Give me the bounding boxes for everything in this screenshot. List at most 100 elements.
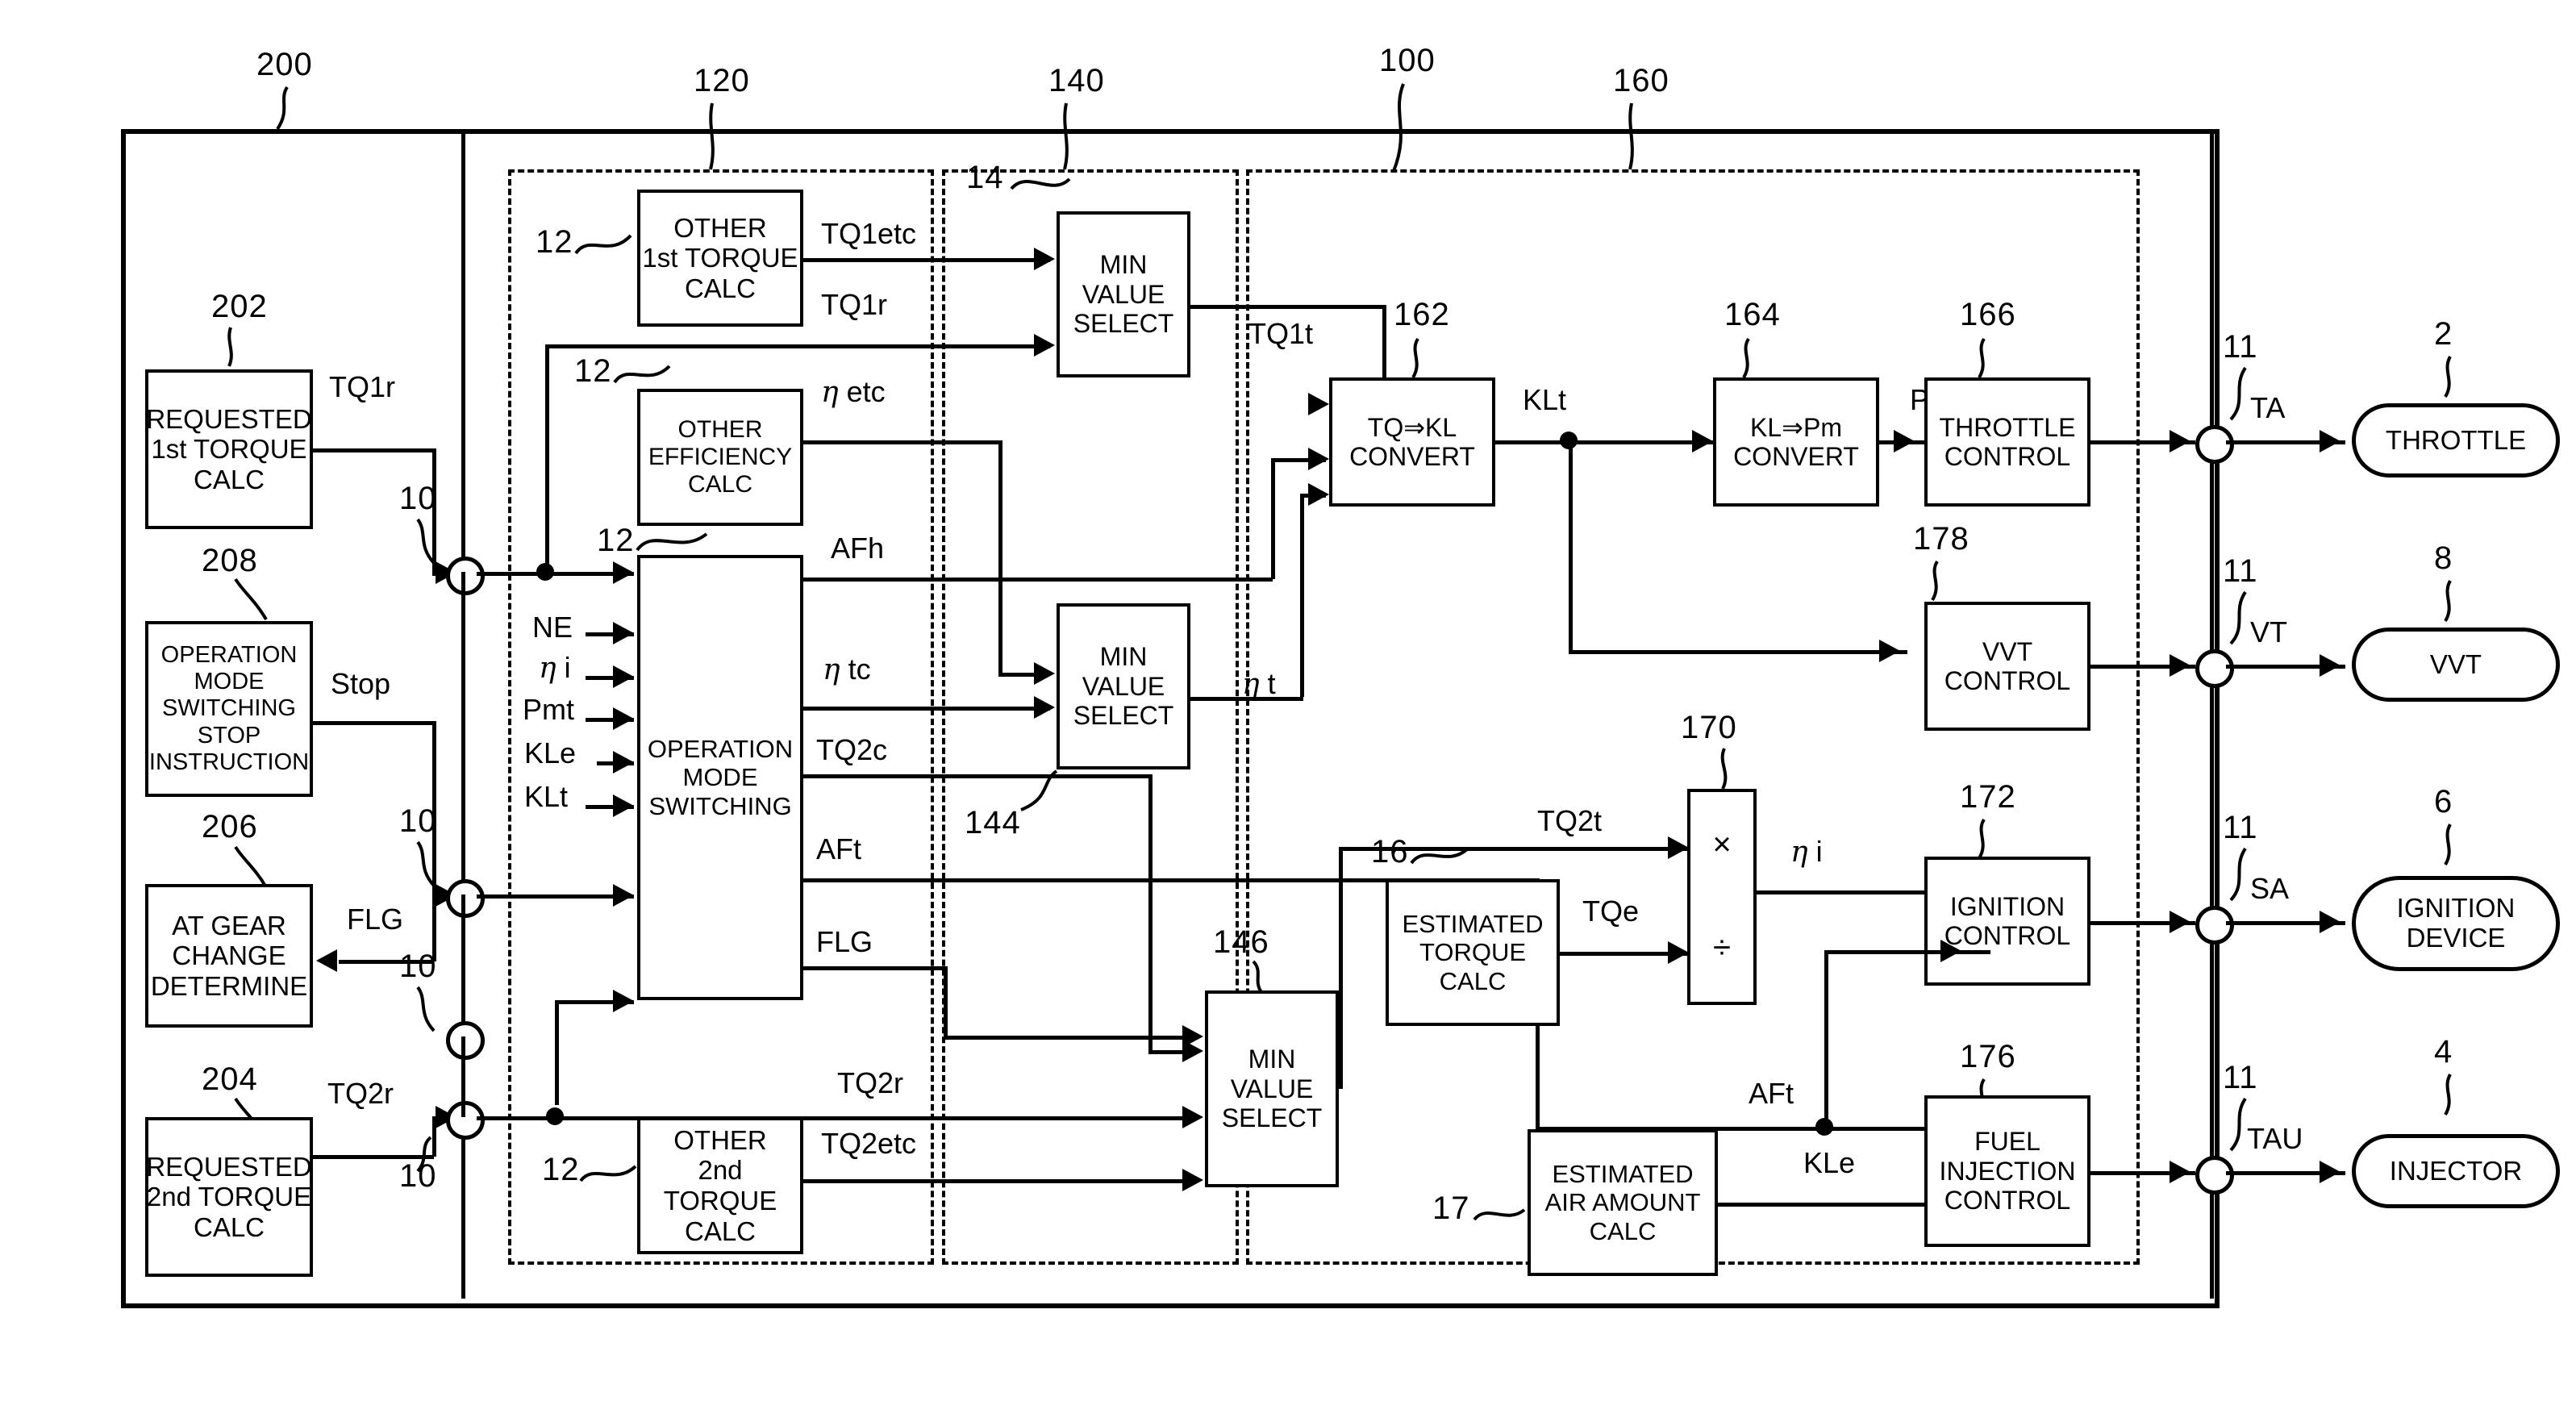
block-at-gear-change-determine[interactable]: AT GEAR CHANGE DETERMINE [145,884,313,1028]
node-11-ignition[interactable] [2195,906,2234,945]
arrow-tq1t-to-tqkl [1308,393,1329,415]
blk-line: CONVERT [1733,442,1859,471]
arrow-kle-in [613,751,634,774]
arrow-tq2r-to-min146 [1182,1106,1203,1128]
node-10-a[interactable] [446,557,485,595]
block-requested-1st-torque-calc[interactable]: REQUESTED 1st TORQUE CALC [145,369,313,529]
wire-flg-out-h [803,966,947,970]
ref-2: 2 [2434,316,2453,352]
label-eta-etc: η etc [821,375,886,409]
blk-line: CONTROL [1944,666,2071,695]
label-tq1r-mid: TQ1r [821,288,888,321]
block-other-1st-torque-calc[interactable]: OTHER 1st TORQUE CALC [637,190,803,327]
actuator-label: INJECTOR [2389,1155,2523,1186]
arrow-afh-to-tqkl [1308,448,1329,470]
label-tq1t: TQ1t [1248,317,1314,350]
label-pmt-in: Pmt [523,693,575,726]
block-min-value-select-146[interactable]: MIN VALUE SELECT [1205,990,1339,1187]
ref-11-c: 11 [2223,810,2258,845]
arrow-tq2t-to-mul [1668,836,1689,859]
arrow-oms-in-c [613,990,634,1012]
block-estimated-torque-calc[interactable]: ESTIMATED TORQUE CALC [1386,879,1560,1026]
block-operation-mode-switching[interactable]: OPERATION MODE SWITCHING [637,555,803,1000]
ref-100-leader [1389,83,1418,173]
blk-line: CONTROL [1944,921,2071,950]
blk-line: 2nd TORQUE [663,1155,777,1216]
block-multiply-divide[interactable]: × ÷ [1687,789,1757,1005]
block-kl-pm-convert[interactable]: KL⇒Pm CONVERT [1713,377,1879,507]
ref-10-a: 10 [399,481,437,516]
blk-line: 1st TORQUE [151,434,307,465]
block-tq-kl-convert[interactable]: TQ⇒KL CONVERT [1329,377,1495,507]
wire-tq2r-mid [477,1116,1194,1120]
label-flg-out: FLG [816,925,873,958]
label-eta-i-out: η i [1790,835,1823,869]
node-10-b[interactable] [446,879,485,918]
blk-line: CALC [193,464,265,494]
actuator-throttle[interactable]: THROTTLE [2352,403,2560,477]
blk-line: OTHER [677,415,763,443]
block-requested-2nd-torque-calc[interactable]: REQUESTED 2nd TORQUE CALC [145,1117,313,1277]
ref-144-leader [1015,769,1060,811]
block-min-value-select-144[interactable]: MIN VALUE SELECT [1057,603,1190,769]
rail-node10-v2 [461,894,465,1022]
wire-tq2c-h [803,774,1152,778]
actuator-ignition-device[interactable]: IGNITION DEVICE [2352,876,2560,971]
ref-10-d-leader [413,1136,445,1173]
block-ignition-control[interactable]: IGNITION CONTROL [1924,857,2090,986]
block-throttle-control[interactable]: THROTTLE CONTROL [1924,377,2090,507]
ref-12-d: 12 [542,1152,580,1187]
actuator-vvt[interactable]: VVT [2352,628,2560,702]
ref-10-a-leader [413,518,445,565]
wire-aft-to-ignition-v [1824,950,1828,1127]
ref-12-b: 12 [574,353,612,389]
ref-16-leader [1410,840,1469,869]
blk-line: IGNITION [1949,891,2065,921]
block-other-efficiency-calc[interactable]: OTHER EFFICIENCY CALC [637,389,803,526]
ref-8-leader [2439,580,2466,623]
blk-line: CALC [1589,1216,1657,1245]
ref-146-leader [1248,960,1278,994]
wire-tq2c-v [1148,774,1153,1050]
ref-200-leader [266,85,298,132]
actuator-injector[interactable]: INJECTOR [2352,1134,2560,1208]
arrow-oms-in-a [613,561,634,584]
node-10-c[interactable] [446,1021,485,1060]
wire-tq2t-v [1339,847,1343,1089]
arrow-tqe-to-div [1668,941,1689,964]
actuator-label: VVT [2429,648,2482,679]
blk-line: VVT [1982,636,2033,666]
wire-eta-tc [803,707,1050,711]
block-estimated-air-amount-calc[interactable]: ESTIMATED AIR AMOUNT CALC [1528,1129,1718,1276]
arrow-throttle-out [2170,430,2190,452]
wire-eta-etc-h [803,440,1002,444]
block-vvt-control[interactable]: VVT CONTROL [1924,602,2090,731]
blk-line: TORQUE [1419,938,1527,967]
node-11-vvt[interactable] [2195,649,2234,688]
label-eta-i-in: η i [539,651,571,685]
node-11-throttle[interactable] [2195,425,2234,464]
block-other-2nd-torque-calc[interactable]: OTHER 2nd TORQUE CALC [637,1117,803,1254]
wire-klt-down-v [1569,440,1573,650]
blk-line: SELECT [1221,1103,1323,1133]
block-op-mode-switching-stop-instruction[interactable]: OPERATION MODE SWITCHING STOP INSTRUCTIO… [145,621,313,797]
blk-line: CALC [193,1211,265,1242]
junction-dot-tq1r [536,563,554,581]
ref-11-d: 11 [2223,1060,2258,1095]
wire-flg-out-v [944,966,948,1036]
label-tq1r-left: TQ1r [329,370,396,403]
label-tau: TAU [2247,1122,2303,1155]
block-fuel-injection-control[interactable]: FUEL INJECTION CONTROL [1924,1095,2090,1247]
node-10-d[interactable] [446,1101,485,1140]
ref-4: 4 [2434,1034,2453,1070]
arrow-klt-in [613,794,634,817]
ref-202-leader [223,327,247,368]
blk-line: 1st TORQUE [642,243,798,273]
blk-line: EFFICIENCY [648,443,793,470]
ref-160: 160 [1613,63,1669,98]
ref-208: 208 [202,543,258,578]
block-min-value-select-14[interactable]: MIN VALUE SELECT [1057,211,1190,377]
node-11-injector[interactable] [2195,1156,2234,1195]
ref-10-b-leader [413,840,445,887]
blk-line: INJECTION [1939,1156,2076,1186]
